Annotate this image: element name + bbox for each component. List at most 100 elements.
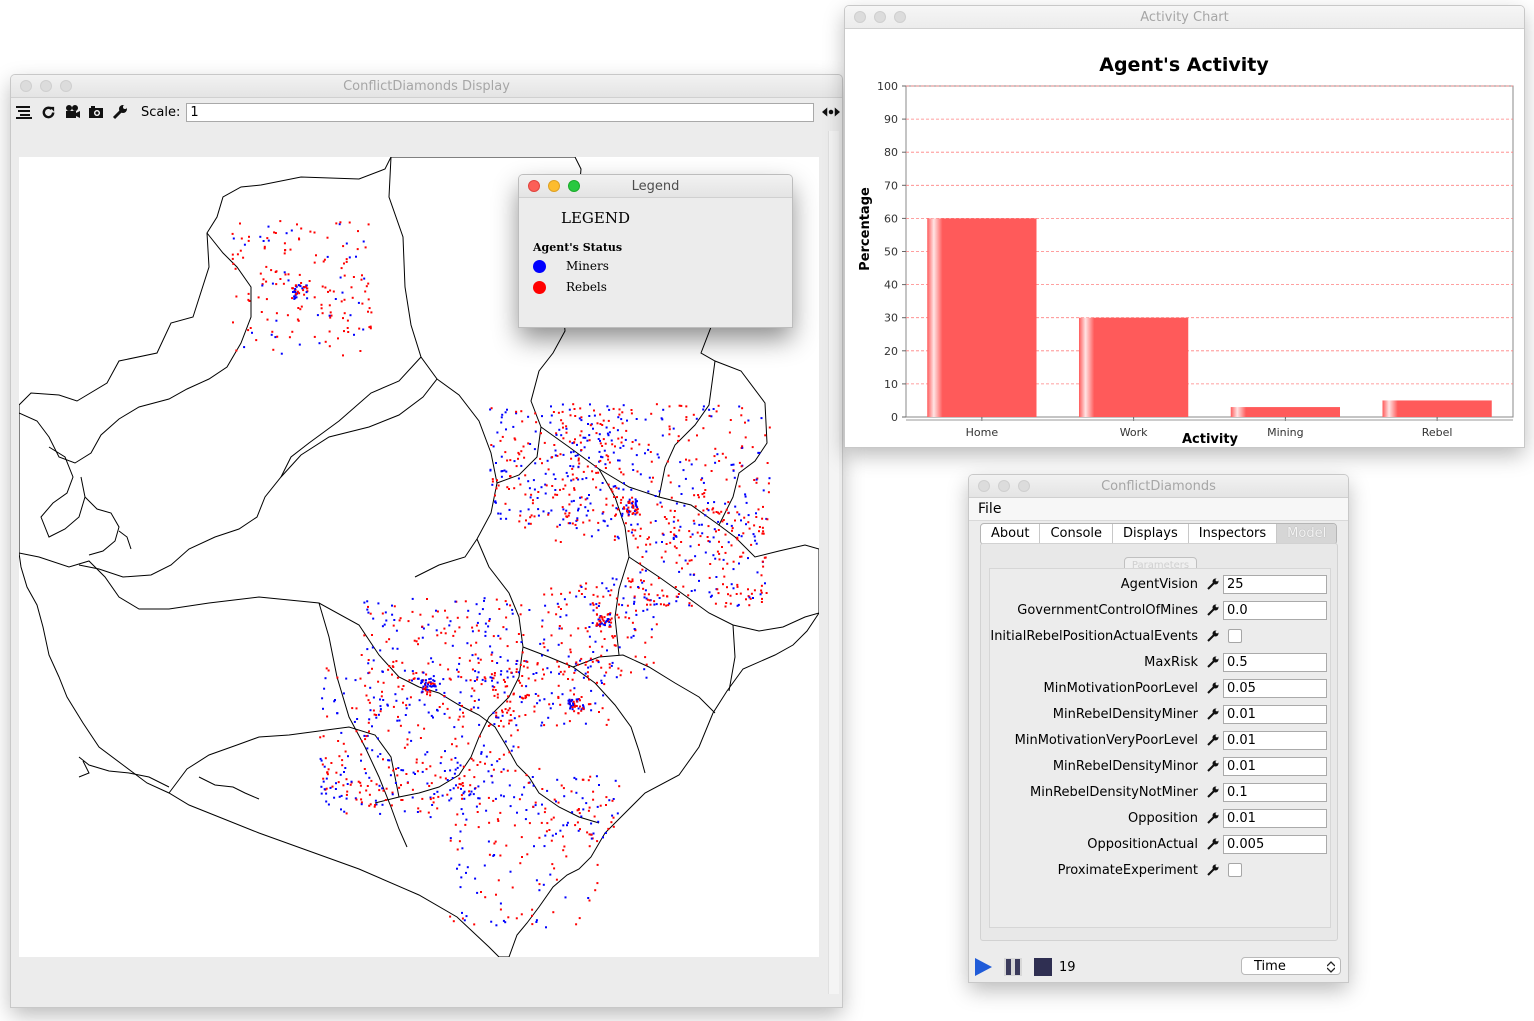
scale-input[interactable] [186,102,815,122]
agent-dot [502,768,505,771]
agent-dot [693,494,696,497]
agent-dot [600,622,603,625]
agent-dot [644,452,646,455]
agent-dot [484,622,487,625]
agent-dot [690,559,693,562]
agent-dot [604,467,607,469]
agent-dot [405,773,408,775]
agent-dot [621,422,624,425]
agent-dot [365,285,368,288]
agent-dot [322,707,324,710]
agent-dot [491,685,494,688]
agent-dot [760,417,763,420]
agent-dot [624,522,627,525]
menu-file[interactable]: File [978,501,1001,517]
agent-dot [491,480,494,483]
agent-dot [598,450,601,453]
parameters-list: AgentVision 25 GovernmentControlOfMines 0.0… [989,568,1331,928]
tab-console[interactable]: Console [1040,524,1114,544]
param-input[interactable]: 0.5 [1223,653,1327,672]
agent-dot [429,816,432,819]
stop-icon[interactable] [1034,958,1052,976]
agent-dot [381,670,384,673]
agent-dot [628,617,631,620]
param-input[interactable]: 25 [1223,575,1327,594]
movie-camera-icon[interactable] [63,103,81,121]
agent-dot [535,421,538,424]
scroll-arrows-icon[interactable] [822,103,841,121]
param-wrench-icon[interactable] [1207,786,1219,798]
agent-dot [569,634,572,637]
param-wrench-icon[interactable] [1207,864,1219,876]
param-input[interactable]: 0.01 [1223,731,1327,750]
display-titlebar[interactable]: ConflictDiamonds Display [11,75,842,98]
param-wrench-icon[interactable] [1207,838,1219,850]
agent-dot [344,767,347,769]
pause-icon[interactable] [1004,958,1022,976]
x-tick-label: Mining [1267,426,1304,439]
agent-dot [325,792,328,795]
agent-dot [462,812,465,815]
param-input[interactable]: 0.01 [1223,809,1327,828]
param-wrench-icon[interactable] [1207,812,1219,824]
agent-dot [565,471,568,474]
agent-dot [732,469,735,472]
param-checkbox[interactable] [1228,863,1242,877]
layers-icon[interactable] [15,103,33,121]
agent-dot [320,303,323,306]
snapshot-camera-icon[interactable] [87,103,105,121]
param-input[interactable]: 0.0 [1223,601,1327,620]
tab-inspectors[interactable]: Inspectors [1189,524,1278,544]
param-input[interactable]: 0.01 [1223,757,1327,776]
param-wrench-icon[interactable] [1207,656,1219,668]
param-input[interactable]: 0.005 [1223,835,1327,854]
agent-dot [232,321,234,324]
agent-dot [364,738,367,741]
agent-dot [524,818,527,821]
agent-dot [650,583,653,586]
agent-dot [391,613,394,616]
refresh-icon[interactable] [39,103,57,121]
menu-bar: File [969,498,1348,521]
controller-titlebar[interactable]: ConflictDiamonds [969,475,1348,498]
agent-dot [395,699,398,702]
agent-dot [556,525,559,528]
agent-dot [508,667,511,670]
agent-dot [704,551,707,554]
time-selector[interactable]: Time [1241,957,1341,975]
param-wrench-icon[interactable] [1207,734,1219,746]
agent-dot [492,688,495,691]
agent-dot [702,509,705,512]
agent-dot [397,715,399,718]
param-wrench-icon[interactable] [1207,708,1219,720]
param-wrench-icon[interactable] [1207,578,1219,590]
param-wrench-icon[interactable] [1207,630,1219,642]
agent-dot [465,818,468,821]
agent-dot [576,698,579,701]
agent-dot [339,773,342,776]
agent-dot [668,405,671,408]
wrench-icon[interactable] [111,103,129,121]
param-checkbox[interactable] [1228,629,1242,643]
agent-dot [294,284,297,287]
agent-dot [340,731,343,734]
agent-dot [326,771,329,774]
param-wrench-icon[interactable] [1207,760,1219,772]
chart-titlebar[interactable]: Activity Chart [845,6,1524,29]
param-input[interactable]: 0.05 [1223,679,1327,698]
tab-model[interactable]: Model [1277,524,1337,544]
legend-titlebar[interactable]: Legend [519,175,792,198]
agent-dot [473,680,476,682]
tab-displays[interactable]: Displays [1113,524,1189,544]
tab-about[interactable]: About [981,524,1041,544]
param-input[interactable]: 0.1 [1223,783,1327,802]
agent-dot [630,488,633,491]
param-wrench-icon[interactable] [1207,604,1219,616]
agent-dot [630,447,633,450]
vertical-scrollbar[interactable] [828,131,839,994]
play-icon[interactable] [974,958,993,976]
param-input[interactable]: 0.01 [1223,705,1327,724]
param-wrench-icon[interactable] [1207,682,1219,694]
agent-dot [459,830,462,833]
agent-dot [615,507,618,510]
